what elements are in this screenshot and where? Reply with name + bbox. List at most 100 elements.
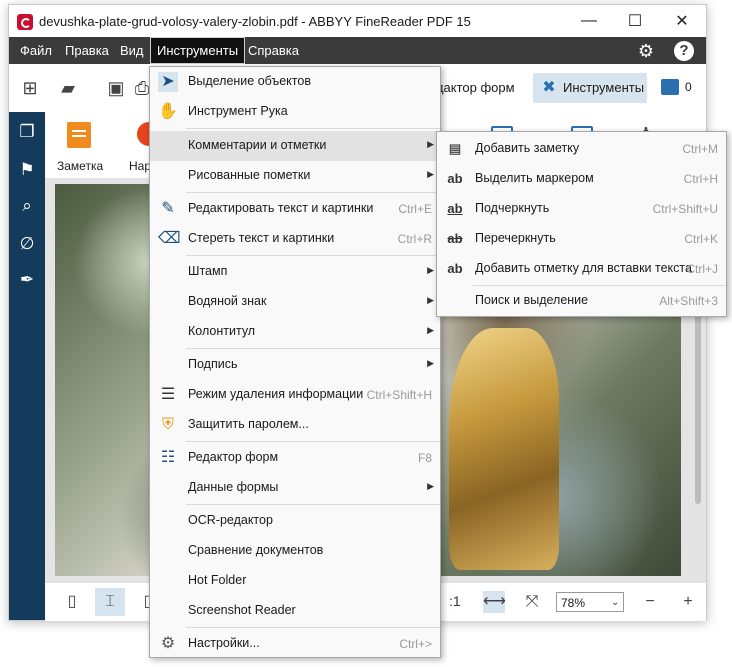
- attachment-icon[interactable]: ∅: [17, 234, 37, 254]
- zoom-select[interactable]: 78% ⌄: [556, 592, 624, 612]
- note-tool-icon[interactable]: [67, 122, 91, 148]
- submenu-arrow-icon: ▶: [427, 265, 434, 275]
- menu-item-hot-folder[interactable]: Hot Folder: [150, 566, 440, 596]
- menu-item-watermark[interactable]: Водяной знак ▶: [150, 287, 440, 317]
- submenu-item-insert-text-mark[interactable]: ab Добавить отметку для вставки текста C…: [437, 254, 726, 284]
- menu-item-stamp[interactable]: Штамп ▶: [150, 257, 440, 287]
- menu-file[interactable]: Файл: [13, 37, 59, 64]
- menu-item-erase-text-images[interactable]: ⌫ Стереть текст и картинки Ctrl+R: [150, 224, 440, 254]
- menu-item-shortcut: Ctrl+Shift+U: [652, 202, 718, 216]
- new-document-icon[interactable]: ⊞: [19, 78, 41, 98]
- menu-item-label: Добавить отметку для вставки текста: [475, 261, 692, 275]
- help-icon[interactable]: ?: [674, 41, 694, 61]
- submenu-item-strikethrough[interactable]: ab Перечеркнуть Ctrl+K: [437, 224, 726, 254]
- fit-page-icon[interactable]: ⤧: [521, 591, 543, 613]
- menu-item-forms-editor[interactable]: ☷ Редактор форм F8: [150, 443, 440, 473]
- fit-width-icon[interactable]: ⟷: [483, 591, 506, 613]
- tools-wrench-icon: ✖: [542, 79, 556, 96]
- forms-editor-button[interactable]: едактор форм: [429, 76, 515, 100]
- submenu-arrow-icon: ▶: [427, 481, 434, 491]
- scroll-view-icon[interactable]: ⌶: [99, 591, 121, 613]
- menu-item-select-objects[interactable]: ➤ Выделение объектов: [150, 67, 440, 97]
- zoom-out-icon[interactable]: −: [639, 591, 661, 613]
- menu-bar: Файл Правка Вид Инструменты Справка ⚙ ?: [9, 37, 706, 64]
- minimize-button[interactable]: —: [566, 5, 612, 37]
- submenu-arrow-icon: ▶: [427, 169, 434, 179]
- menu-item-label: Режим удаления информации: [188, 387, 364, 401]
- signature-pen-icon[interactable]: ✒: [17, 270, 37, 290]
- comments-submenu: ▤ Добавить заметку Ctrl+M ab Выделить ма…: [436, 131, 727, 317]
- shield-icon: ⛨: [161, 416, 174, 433]
- menu-item-ocr-editor[interactable]: OCR-редактор: [150, 506, 440, 536]
- submenu-item-add-note[interactable]: ▤ Добавить заметку Ctrl+M: [437, 134, 726, 164]
- note-tool-label[interactable]: Заметка: [57, 159, 103, 173]
- close-button[interactable]: ✕: [659, 5, 705, 37]
- menu-item-signature[interactable]: Подпись ▶: [150, 350, 440, 380]
- zoom-in-icon[interactable]: +: [677, 591, 699, 613]
- gear-icon: ⚙: [160, 635, 176, 652]
- menu-item-hand-tool[interactable]: ✋ Инструмент Рука: [150, 97, 440, 127]
- menu-separator: [186, 128, 440, 129]
- comments-icon[interactable]: [661, 79, 679, 95]
- menu-item-shortcut: Alt+Shift+3: [659, 294, 718, 308]
- save-icon[interactable]: ▣: [105, 78, 127, 98]
- single-page-view-icon[interactable]: ▯: [61, 591, 83, 613]
- menu-item-shortcut: Ctrl+M: [682, 142, 718, 156]
- submenu-arrow-icon: ▶: [427, 358, 434, 368]
- menu-item-settings[interactable]: ⚙ Настройки... Ctrl+>: [150, 629, 440, 659]
- submenu-item-highlight[interactable]: ab Выделить маркером Ctrl+H: [437, 164, 726, 194]
- menu-item-label: Сравнение документов: [188, 543, 324, 557]
- menu-item-label: Комментарии и отметки: [188, 138, 327, 152]
- menu-item-drawn-markup[interactable]: Рисованные пометки ▶: [150, 161, 440, 191]
- submenu-item-underline[interactable]: ab Подчеркнуть Ctrl+Shift+U: [437, 194, 726, 224]
- menu-item-label: Штамп: [188, 264, 228, 278]
- note-icon: ▤: [448, 141, 462, 156]
- title-bar: devushka-plate-grud-volosy-valery-zlobin…: [9, 5, 706, 37]
- maximize-button[interactable]: ☐: [612, 5, 658, 37]
- chevron-down-icon: ⌄: [611, 597, 620, 608]
- hand-icon: ✋: [158, 103, 178, 120]
- menu-item-label: Редактор форм: [188, 450, 279, 464]
- menu-item-label: Защитить паролем...: [188, 417, 309, 431]
- underline-icon: ab: [447, 201, 463, 216]
- submenu-item-search-and-highlight[interactable]: Поиск и выделение Alt+Shift+3: [437, 286, 726, 316]
- form-editor-icon: ☷: [160, 449, 176, 466]
- menu-view[interactable]: Вид: [113, 37, 151, 64]
- pages-icon[interactable]: ❐: [17, 122, 37, 142]
- left-sidebar: ❐ ⚑ ⌕ ∅ ✒: [9, 112, 45, 620]
- menu-separator: [186, 348, 440, 349]
- menu-item-form-data[interactable]: Данные формы ▶: [150, 473, 440, 503]
- menu-item-shortcut: Ctrl+R: [397, 232, 432, 246]
- menu-item-edit-text-images[interactable]: ✎ Редактировать текст и картинки Ctrl+E: [150, 194, 440, 224]
- menu-item-shortcut: Ctrl+H: [683, 172, 718, 186]
- menu-separator: [186, 441, 440, 442]
- highlight-icon: ab: [447, 171, 463, 186]
- menu-item-label: Перечеркнуть: [475, 231, 556, 245]
- menu-item-screenshot-reader[interactable]: Screenshot Reader: [150, 596, 440, 626]
- menu-item-shortcut: Ctrl+K: [684, 232, 718, 246]
- menu-item-redaction-mode[interactable]: ☰ Режим удаления информации Ctrl+Shift+H: [150, 380, 440, 410]
- menu-edit[interactable]: Правка: [58, 37, 116, 64]
- submenu-arrow-icon: ▶: [427, 295, 434, 305]
- menu-item-label: Добавить заметку: [475, 141, 580, 155]
- menu-item-password-protect[interactable]: ⛨ Защитить паролем...: [150, 410, 440, 440]
- bookmark-icon[interactable]: ⚑: [17, 160, 37, 180]
- tools-menu: ➤ Выделение объектов ✋ Инструмент Рука К…: [149, 66, 441, 658]
- tools-button[interactable]: ✖ Инструменты: [533, 73, 647, 103]
- open-folder-icon[interactable]: ▰: [57, 78, 79, 98]
- settings-gear-icon[interactable]: ⚙: [636, 41, 656, 61]
- menu-item-label: Данные формы: [188, 480, 279, 494]
- menu-separator: [186, 627, 440, 628]
- menu-item-label: Настройки...: [188, 636, 260, 650]
- menu-item-header-footer[interactable]: Колонтитул ▶: [150, 317, 440, 347]
- menu-item-comments-and-markup[interactable]: Комментарии и отметки ▶: [150, 131, 440, 161]
- menu-item-label: Screenshot Reader: [188, 603, 296, 617]
- menu-item-label: OCR-редактор: [188, 513, 273, 527]
- menu-item-shortcut: Ctrl+E: [398, 202, 432, 216]
- search-icon[interactable]: ⌕: [17, 196, 37, 216]
- menu-item-compare-documents[interactable]: Сравнение документов: [150, 536, 440, 566]
- menu-help[interactable]: Справка: [241, 37, 306, 64]
- menu-item-label: Водяной знак: [188, 294, 267, 308]
- actual-size-label[interactable]: :1: [449, 593, 461, 609]
- menu-tools[interactable]: Инструменты: [150, 37, 246, 64]
